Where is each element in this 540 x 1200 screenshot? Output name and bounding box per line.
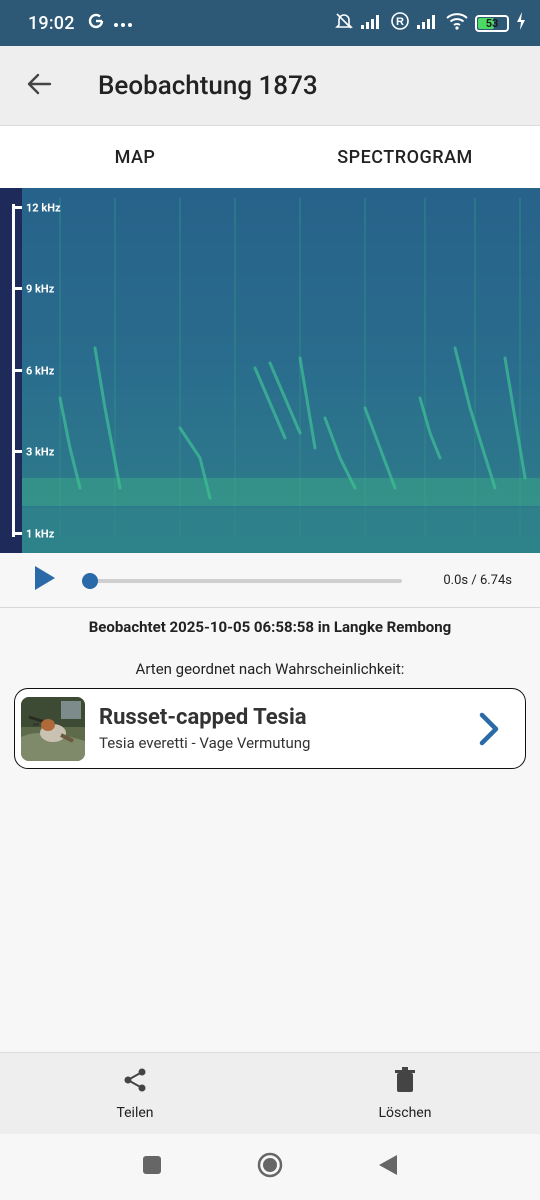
seek-thumb[interactable] bbox=[82, 573, 98, 589]
bottom-action-bar: Teilen Löschen bbox=[0, 1052, 540, 1134]
species-subtitle: Tesia everetti - Vage Vermutung bbox=[99, 734, 311, 752]
home-button[interactable] bbox=[211, 1151, 329, 1183]
frequency-label: 1 kHz bbox=[26, 527, 55, 541]
circle-home-icon bbox=[256, 1151, 284, 1183]
share-icon bbox=[122, 1067, 148, 1097]
arrow-back-icon bbox=[26, 73, 52, 99]
species-common-name: Russet-capped Tesia bbox=[99, 705, 307, 730]
spectrogram-view: 12 kHz 9 kHz 6 kHz 3 kHz 1 kHz bbox=[0, 188, 540, 553]
frequency-label: 3 kHz bbox=[26, 445, 55, 459]
signal-icon bbox=[417, 13, 439, 33]
google-g-icon bbox=[87, 12, 105, 35]
battery-icon: 53 bbox=[475, 14, 509, 32]
species-photo bbox=[21, 696, 85, 761]
more-dots-icon bbox=[113, 13, 133, 33]
frequency-label: 9 kHz bbox=[26, 282, 55, 296]
svg-text:R: R bbox=[396, 16, 404, 28]
delete-label: Löschen bbox=[378, 1104, 432, 1121]
tab-spectrogram[interactable]: SPECTROGRAM bbox=[270, 126, 540, 188]
status-time: 19:02 bbox=[28, 12, 75, 34]
system-nav-bar bbox=[0, 1134, 540, 1200]
charging-icon bbox=[516, 12, 526, 34]
audio-player: 0.0s / 6.74s bbox=[0, 553, 540, 608]
play-icon bbox=[33, 565, 57, 595]
signal-icon bbox=[361, 13, 383, 33]
play-button[interactable] bbox=[20, 555, 70, 605]
frequency-label: 6 kHz bbox=[26, 364, 55, 378]
status-bar: 19:02 R 53 bbox=[0, 0, 540, 46]
seek-bar[interactable] bbox=[82, 573, 402, 589]
delete-button[interactable]: Löschen bbox=[270, 1053, 540, 1134]
trash-icon bbox=[394, 1066, 416, 1097]
square-icon bbox=[142, 1155, 162, 1179]
share-button[interactable]: Teilen bbox=[0, 1053, 270, 1134]
share-label: Teilen bbox=[116, 1104, 154, 1121]
page-title: Beobachtung 1873 bbox=[98, 70, 318, 101]
observation-details: Beobachtet 2025-10-05 06:58:58 in Langke… bbox=[88, 618, 452, 636]
tab-map[interactable]: MAP bbox=[0, 126, 270, 188]
recents-button[interactable] bbox=[93, 1155, 211, 1179]
spectrogram-image bbox=[0, 188, 540, 553]
roaming-r-icon: R bbox=[390, 11, 410, 35]
mute-icon bbox=[334, 11, 354, 35]
triangle-back-icon bbox=[378, 1154, 398, 1180]
battery-level: 53 bbox=[485, 16, 499, 30]
back-button[interactable] bbox=[0, 46, 78, 126]
wifi-icon bbox=[446, 12, 468, 34]
time-readout: 0.0s / 6.74s bbox=[443, 572, 512, 588]
frequency-label: 12 kHz bbox=[26, 201, 61, 215]
tab-bar: MAP SPECTROGRAM bbox=[0, 126, 540, 188]
chevron-right-icon[interactable] bbox=[477, 711, 501, 751]
app-bar: Beobachtung 1873 bbox=[0, 46, 540, 126]
species-card[interactable]: Russet-capped Tesia Tesia everetti - Vag… bbox=[14, 688, 526, 769]
species-heading: Arten geordnet nach Wahrscheinlichkeit: bbox=[135, 660, 405, 678]
back-nav-button[interactable] bbox=[329, 1154, 447, 1180]
